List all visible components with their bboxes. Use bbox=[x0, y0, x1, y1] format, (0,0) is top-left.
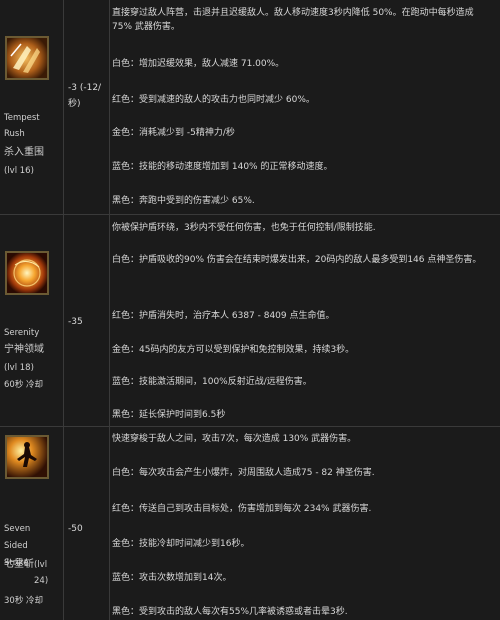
rune-blue: 蓝色：技能的移动速度增加到 140% 的正常移动速度。 bbox=[112, 162, 333, 172]
skill-cost: -50 bbox=[68, 524, 83, 534]
rune-white: 白色：护盾吸收的90% 伤害会在结束时爆发出来，20码内的敌人最多受到146 点… bbox=[112, 255, 482, 265]
skill-row-seven-sided-strike: Seven Sided Strike 七星斩 (lvl 24) 30秒 冷却 -… bbox=[0, 427, 500, 620]
cost-cell: -50 bbox=[63, 427, 110, 620]
skill-name-en: Serenity bbox=[4, 328, 40, 338]
skill-cost: -35 bbox=[68, 317, 83, 327]
skill-name-cn: 杀入重围 bbox=[4, 147, 44, 158]
rune-gold: 金色：消耗减少到 -5精神力/秒 bbox=[112, 128, 235, 138]
rune-blue: 蓝色：技能激活期间，100%反射近战/远程伤害。 bbox=[112, 377, 312, 387]
skill-name-en: Tempest Rush bbox=[4, 113, 40, 139]
rune-white: 白色：增加迟缓效果，敌人减速 71.00%。 bbox=[112, 59, 285, 69]
cost-cell: -35 bbox=[63, 215, 110, 426]
skill-cell: Tempest Rush 杀入重围 (lvl 16) bbox=[0, 0, 64, 214]
rune-red: 红色：护盾消失时，治疗本人 6387 - 8409 点生命值。 bbox=[112, 311, 335, 321]
rune-gold: 金色：技能冷却时间减少到16秒。 bbox=[112, 539, 250, 549]
cost-cell: -3 (-12/秒) bbox=[63, 0, 110, 214]
rune-black: 黑色：受到攻击的敌人每次有55%几率被诱惑或者击晕3秒. bbox=[112, 607, 348, 617]
skill-row-serenity: Serenity 宁神领域 (lvl 18) 60秒 冷却 -35 你被保护盾环… bbox=[0, 215, 500, 427]
rune-blue: 蓝色：攻击次数增加到14次。 bbox=[112, 573, 232, 583]
skill-level: (lvl 24) bbox=[34, 560, 49, 586]
skill-level: (lvl 16) bbox=[4, 166, 34, 176]
skill-name-cn: 宁神领域 bbox=[4, 344, 44, 355]
serenity-icon bbox=[5, 251, 49, 295]
skill-cell: Serenity 宁神领域 (lvl 18) 60秒 冷却 bbox=[0, 215, 64, 426]
skill-table: Tempest Rush 杀入重围 (lvl 16) -3 (-12/秒) 直接… bbox=[0, 0, 500, 620]
rune-red: 红色：受到减速的敌人的攻击力也同时减少 60%。 bbox=[112, 95, 315, 105]
rune-gold: 金色：45码内的友方可以受到保护和免控制效果，持续3秒。 bbox=[112, 345, 355, 355]
rune-white: 白色：每次攻击会产生小爆炸，对周围敌人造成75 - 82 神圣伤害. bbox=[112, 468, 375, 478]
skill-name-cn: 七星斩 bbox=[4, 559, 34, 570]
skill-level: (lvl 18) bbox=[4, 363, 34, 373]
skill-description: 你被保护盾环绕，3秒内不受任何伤害，也免于任何控制/限制技能. bbox=[112, 223, 376, 233]
skill-description: 快速穿梭于敌人之间，攻击7次，每次造成 130% 武器伤害。 bbox=[112, 434, 357, 444]
rune-black: 黑色：延长保护时间到6.5秒 bbox=[112, 410, 226, 420]
skill-cost: -3 (-12/秒) bbox=[68, 83, 102, 109]
rune-red: 红色：传送自己到攻击目标处，伤害增加到每次 234% 武器伤害. bbox=[112, 504, 372, 514]
skill-cooldown: 60秒 冷却 bbox=[4, 380, 44, 390]
skill-row-tempest-rush: Tempest Rush 杀入重围 (lvl 16) -3 (-12/秒) 直接… bbox=[0, 0, 500, 215]
skill-cell: Seven Sided Strike 七星斩 (lvl 24) 30秒 冷却 bbox=[0, 427, 64, 620]
skill-cooldown: 30秒 冷却 bbox=[4, 596, 44, 606]
tempest-rush-icon bbox=[5, 36, 49, 80]
seven-sided-strike-icon bbox=[5, 435, 49, 479]
rune-black: 黑色：奔跑中受到的伤害减少 65%. bbox=[112, 196, 255, 206]
skill-description: 直接穿过敌人阵营，击退并且迟缓敌人。敌人移动速度3秒内降低 50%。在跑动中每秒… bbox=[112, 8, 474, 32]
